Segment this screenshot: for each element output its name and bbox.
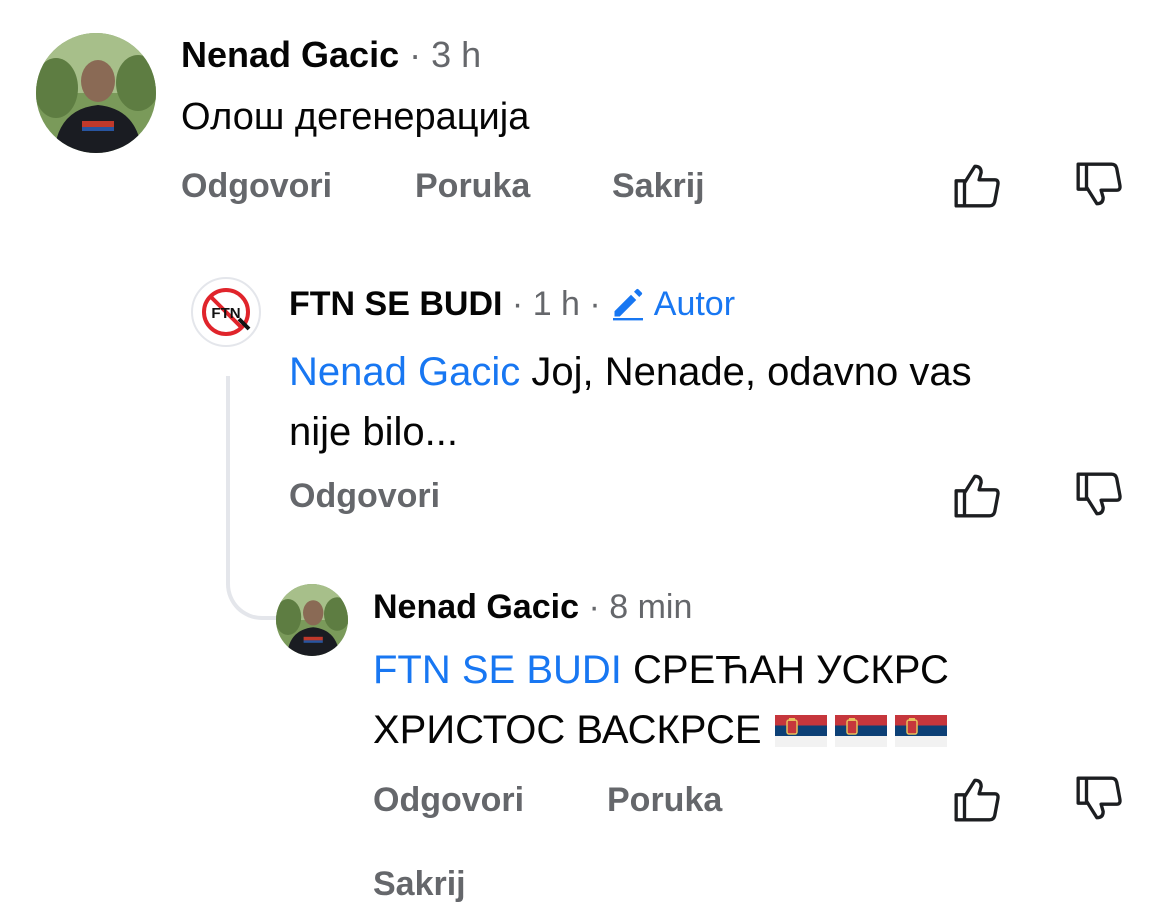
comment-header: Nenad Gacic · 8 min [373,587,692,627]
serbia-flag-icon [834,715,887,747]
thread-connector [226,376,280,620]
message-button[interactable]: Poruka [415,166,530,206]
separator-dot: · [409,34,432,75]
avatar[interactable] [36,33,156,153]
dislike-button[interactable] [1074,774,1124,824]
thumbs-down-icon [1076,162,1122,206]
comment-text-line2: ХРИСТОС ВАСКРСЕ [373,708,762,752]
mention-link[interactable]: FTN SE BUDI [373,648,622,692]
pencil-icon [613,288,644,321]
hide-button[interactable]: Sakrij [373,864,466,904]
profile-photo-icon [276,584,348,656]
separator-dot: · [589,285,611,323]
serbia-flag-icon [894,715,947,747]
thumbs-up-icon [954,164,1000,208]
thumbs-down-icon [1076,776,1122,820]
comment-header: FTN SE BUDI · 1 h · Autor [289,284,735,324]
avatar[interactable]: FTN [191,277,261,347]
flag-emoji-group [762,708,947,752]
mention-link[interactable]: Nenad Gacic [289,350,520,394]
avatar[interactable] [276,584,348,656]
comment-text: Олош дегенерација [181,96,530,138]
comment-text: Nenad Gacic Joj, Nenade, odavno vas nije… [289,342,1089,462]
dislike-button[interactable] [1074,160,1124,210]
author-badge: Autor [610,285,735,323]
serbia-flag-icon [774,715,827,747]
comment-text: FTN SE BUDI СРЕЋАН УСКРС ХРИСТОС ВАСКРСЕ [373,640,1133,760]
like-button[interactable] [952,160,1002,210]
timestamp[interactable]: 1 h [533,285,580,323]
like-button[interactable] [952,774,1002,824]
thumbs-up-icon [954,474,1000,518]
comment-text-line2: nije bilo... [289,410,458,454]
reply-button[interactable]: Odgovori [373,780,524,820]
comment-text-line1: Joj, Nenade, odavno vas [531,350,972,394]
comment-header: Nenad Gacic · 3 h [181,34,481,76]
separator-dot: · [588,588,610,626]
author-name[interactable]: FTN SE BUDI [289,285,502,323]
svg-text:FTN: FTN [211,305,240,322]
author-name[interactable]: Nenad Gacic [181,34,399,75]
author-name[interactable]: Nenad Gacic [373,588,579,626]
message-button[interactable]: Poruka [607,780,722,820]
thumbs-down-icon [1076,472,1122,516]
timestamp[interactable]: 3 h [431,34,481,75]
hide-button[interactable]: Sakrij [612,166,705,206]
thumbs-up-icon [954,778,1000,822]
profile-photo-icon [36,33,156,153]
ftn-logo-icon: FTN [202,288,251,336]
reply-button[interactable]: Odgovori [181,166,332,206]
timestamp[interactable]: 8 min [609,588,692,626]
reply-button[interactable]: Odgovori [289,476,440,516]
separator-dot: · [511,285,533,323]
dislike-button[interactable] [1074,470,1124,520]
like-button[interactable] [952,470,1002,520]
comment-text-line1: СРЕЋАН УСКРС [633,648,949,692]
author-badge-label: Autor [653,285,736,323]
